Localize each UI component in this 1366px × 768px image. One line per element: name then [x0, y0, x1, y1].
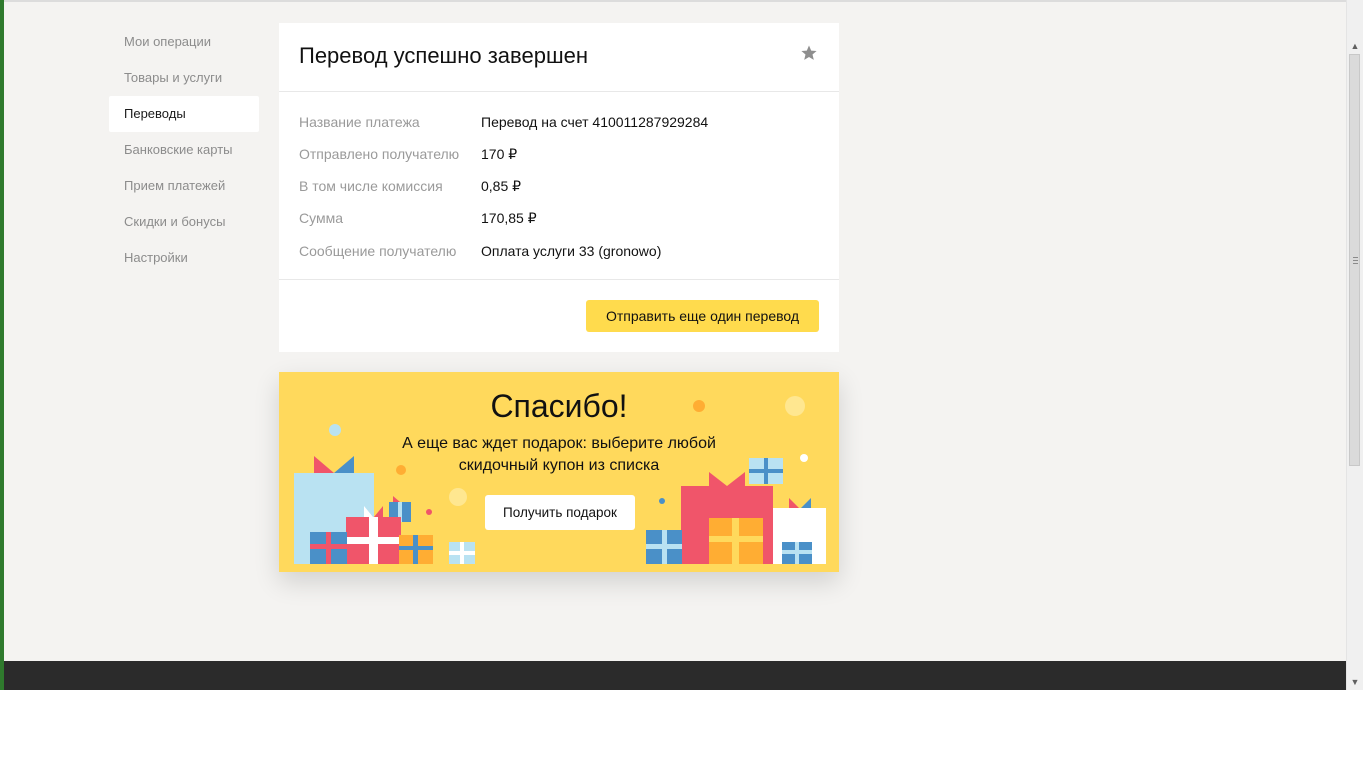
- sidebar-nav: Мои операции Товары и услуги Переводы Ба…: [109, 24, 259, 276]
- detail-label: В том числе комиссия: [299, 178, 443, 194]
- sidebar-item-receive-payments[interactable]: Прием платежей: [109, 168, 259, 204]
- top-divider: [4, 0, 1346, 2]
- detail-label: Сообщение получателю: [299, 243, 457, 259]
- sidebar-item-goods-and-services[interactable]: Товары и услуги: [109, 60, 259, 96]
- sidebar-item-transfers[interactable]: Переводы: [109, 96, 259, 132]
- detail-label: Сумма: [299, 210, 343, 226]
- browser-window: Мои операции Товары и услуги Переводы Ба…: [0, 0, 1363, 690]
- promo-subtitle-line: А еще вас ждет подарок: выберите любой: [402, 435, 716, 452]
- page-footer: [4, 661, 1346, 690]
- transfer-result-card: Перевод успешно завершен Название платеж…: [279, 23, 839, 352]
- detail-label: Отправлено получателю: [299, 146, 460, 162]
- sidebar-item-discounts-bonuses[interactable]: Скидки и бонусы: [109, 204, 259, 240]
- star-icon[interactable]: [799, 43, 819, 63]
- detail-label: Название платежа: [299, 114, 420, 130]
- promo-title: Спасибо!: [490, 388, 628, 424]
- sidebar-item-bank-cards[interactable]: Банковские карты: [109, 132, 259, 168]
- get-gift-button[interactable]: Получить подарок: [485, 495, 635, 530]
- scroll-down-arrow-icon[interactable]: ▼: [1347, 674, 1363, 690]
- grip-icon: [1353, 257, 1358, 266]
- detail-value: 170,85 ₽: [481, 210, 537, 226]
- sidebar-item-my-operations[interactable]: Мои операции: [109, 24, 259, 60]
- sidebar-item-settings[interactable]: Настройки: [109, 240, 259, 276]
- promo-subtitle-line: скидочный купон из списка: [458, 457, 660, 474]
- send-another-transfer-button[interactable]: Отправить еще один перевод: [586, 300, 819, 332]
- card-divider: [279, 91, 839, 92]
- gift-promo-banner: Спасибо! А еще вас ждет подарок: выберит…: [279, 372, 839, 572]
- scrollbar-thumb[interactable]: [1349, 54, 1360, 466]
- promo-subtitle: А еще вас ждет подарок: выберите любой с…: [279, 433, 839, 477]
- detail-value: Перевод на счет 410011287929284: [481, 114, 709, 130]
- scroll-up-arrow-icon[interactable]: ▲: [1347, 38, 1363, 54]
- page-viewport: Мои операции Товары и услуги Переводы Ба…: [4, 0, 1346, 690]
- card-divider: [279, 279, 839, 280]
- detail-value: 170 ₽: [481, 146, 518, 162]
- detail-value: 0,85 ₽: [481, 178, 522, 194]
- detail-value: Оплата услуги 33 (gronowo): [481, 243, 662, 259]
- page-title: Перевод успешно завершен: [299, 43, 588, 68]
- vertical-scrollbar[interactable]: ▲ ▼: [1346, 0, 1363, 690]
